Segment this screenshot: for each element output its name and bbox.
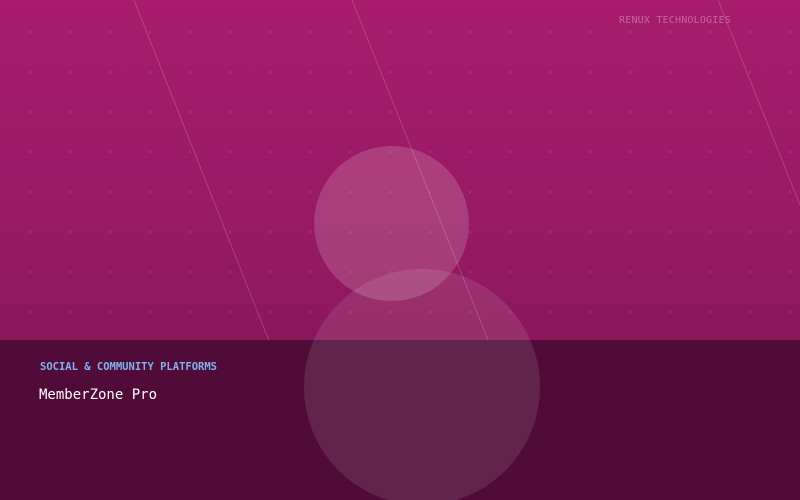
category-label: SOCIAL & COMMUNITY PLATFORMS bbox=[40, 361, 218, 373]
hero-banner: RENUX TECHNOLOGIES SOCIAL & COMMUNITY PL… bbox=[0, 0, 800, 500]
product-title: MemberZone Pro bbox=[39, 387, 158, 403]
decorative-circle-large bbox=[304, 269, 540, 500]
diagonal-line-3 bbox=[717, 0, 800, 206]
brand-name: RENUX TECHNOLOGIES bbox=[619, 15, 731, 26]
